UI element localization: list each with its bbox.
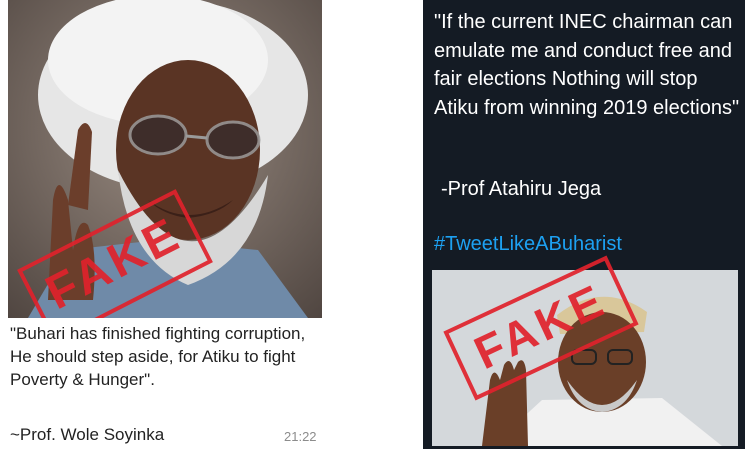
jega-tweet-card: "If the current INEC chairman can emulat… (423, 0, 745, 449)
jega-attribution: -Prof Atahiru Jega (441, 178, 602, 200)
soyinka-meme-card: FAKE "Buhari has finished fighting corru… (0, 0, 330, 449)
soyinka-photo: FAKE (8, 0, 322, 318)
soyinka-quote: "Buhari has finished fighting corruption… (10, 324, 306, 389)
jega-quote: "If the current INEC chairman can emulat… (434, 11, 740, 119)
soyinka-attribution: ~Prof. Wole Soyinka (10, 425, 165, 444)
hashtag-link[interactable]: #TweetLikeABuharist (434, 233, 622, 256)
message-timestamp: 21:22 (284, 429, 317, 444)
